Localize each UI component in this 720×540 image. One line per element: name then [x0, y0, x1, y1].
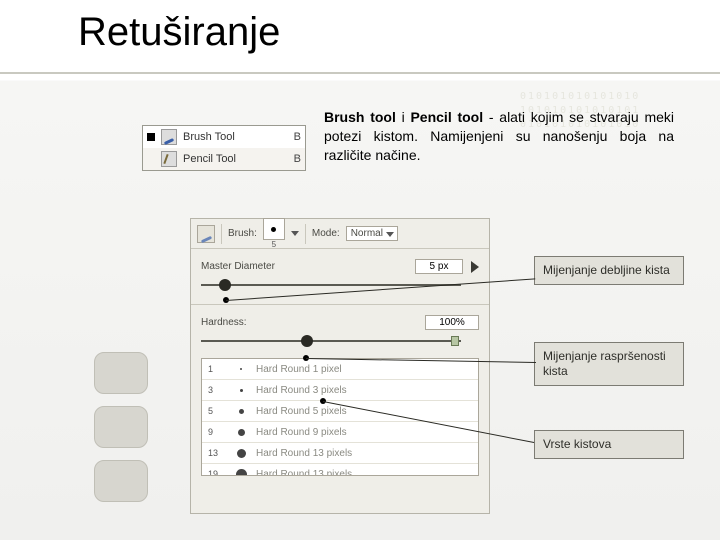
callout-hardness: Mijenjanje raspršenosti kista — [534, 342, 684, 386]
brush-swatch-wrap[interactable]: 5 — [263, 218, 285, 249]
brush-label: Brush: — [228, 228, 257, 239]
hardness-row: Hardness: 100% — [201, 315, 479, 330]
preset-dot-icon — [234, 425, 248, 439]
preset-size: 19 — [208, 469, 226, 476]
preset-dot-icon — [234, 362, 248, 376]
flyout-shortcut: B — [294, 153, 301, 165]
brush-swatch[interactable] — [263, 218, 285, 240]
list-item[interactable]: 9 Hard Round 9 pixels — [202, 422, 478, 443]
title-underline — [0, 72, 720, 74]
brush-icon — [161, 129, 177, 145]
decoration-box — [94, 352, 148, 394]
mode-dropdown[interactable]: Normal — [346, 226, 398, 241]
flyout-item-brush[interactable]: Brush Tool B — [143, 126, 305, 148]
slide: 010101010101010 101010101010101 01010101… — [0, 0, 720, 540]
brush-options-panel: Brush: 5 Mode: Normal Master Diameter 5 … — [190, 218, 490, 514]
mode-label: Mode: — [312, 228, 340, 239]
preset-size: 1 — [208, 364, 226, 374]
preset-label: Hard Round 5 pixels — [256, 406, 347, 417]
tool-flyout: Brush Tool B Pencil Tool B — [142, 125, 306, 171]
dot-icon — [271, 227, 276, 232]
brush-tool-icon — [197, 225, 215, 243]
active-marker-icon — [147, 133, 155, 141]
play-icon[interactable] — [471, 261, 479, 273]
hardness-value[interactable]: 100% — [425, 315, 479, 330]
desc-bold-pencil: Pencil tool — [410, 109, 483, 125]
preset-label: Hard Round 13 pixels — [256, 448, 352, 459]
slider-knob-icon[interactable] — [301, 335, 313, 347]
master-diameter-row: Master Diameter 5 px — [201, 259, 479, 274]
decoration-box — [94, 460, 148, 502]
separator — [221, 224, 222, 244]
flyout-label: Brush Tool — [183, 131, 288, 143]
preset-size: 3 — [208, 385, 226, 395]
preset-label: Hard Round 3 pixels — [256, 385, 347, 396]
hardness-label: Hardness: — [201, 317, 247, 328]
master-diameter-value[interactable]: 5 px — [415, 259, 463, 274]
callout-diameter: Mijenjanje debljine kista — [534, 256, 684, 285]
decoration-box — [94, 406, 148, 448]
pencil-icon — [161, 151, 177, 167]
panel-options-bar: Brush: 5 Mode: Normal — [191, 219, 489, 249]
preset-dot-icon — [234, 383, 248, 397]
mode-value: Normal — [351, 228, 383, 239]
brush-swatch-size: 5 — [272, 240, 276, 249]
callout-presets: Vrste kistova — [534, 430, 684, 459]
preset-dot-icon — [234, 404, 248, 418]
slider-knob-icon[interactable] — [219, 279, 231, 291]
chevron-down-icon — [386, 232, 394, 237]
list-item[interactable]: 19 Hard Round 13 pixels — [202, 464, 478, 476]
list-item[interactable]: 3 Hard Round 3 pixels — [202, 380, 478, 401]
desc-mid: i — [396, 109, 411, 125]
divider — [191, 304, 489, 305]
slider-end-icon — [451, 336, 459, 346]
flyout-item-pencil[interactable]: Pencil Tool B — [143, 148, 305, 170]
preset-label: Hard Round 13 pixels — [256, 469, 352, 477]
brush-preset-list[interactable]: 1 Hard Round 1 pixel 3 Hard Round 3 pixe… — [201, 358, 479, 476]
preset-size: 13 — [208, 448, 226, 458]
master-diameter-label: Master Diameter — [201, 261, 275, 272]
flyout-label: Pencil Tool — [183, 153, 288, 165]
preset-size: 5 — [208, 406, 226, 416]
flyout-shortcut: B — [294, 131, 301, 143]
hardness-slider[interactable] — [201, 340, 461, 342]
preset-label: Hard Round 9 pixels — [256, 427, 347, 438]
preset-label: Hard Round 1 pixel — [256, 364, 342, 375]
desc-bold-brush: Brush tool — [324, 109, 396, 125]
description-paragraph: Brush tool i Pencil tool - alati kojim s… — [324, 108, 674, 165]
preset-dot-icon — [234, 446, 248, 460]
separator — [305, 224, 306, 244]
preset-dot-icon — [234, 467, 248, 476]
chevron-down-icon[interactable] — [291, 231, 299, 236]
list-item[interactable]: 1 Hard Round 1 pixel — [202, 359, 478, 380]
panel-body: Master Diameter 5 px Hardness: 100% — [191, 249, 489, 513]
slide-title: Retuširanje — [78, 10, 280, 55]
preset-size: 9 — [208, 427, 226, 437]
list-item[interactable]: 13 Hard Round 13 pixels — [202, 443, 478, 464]
